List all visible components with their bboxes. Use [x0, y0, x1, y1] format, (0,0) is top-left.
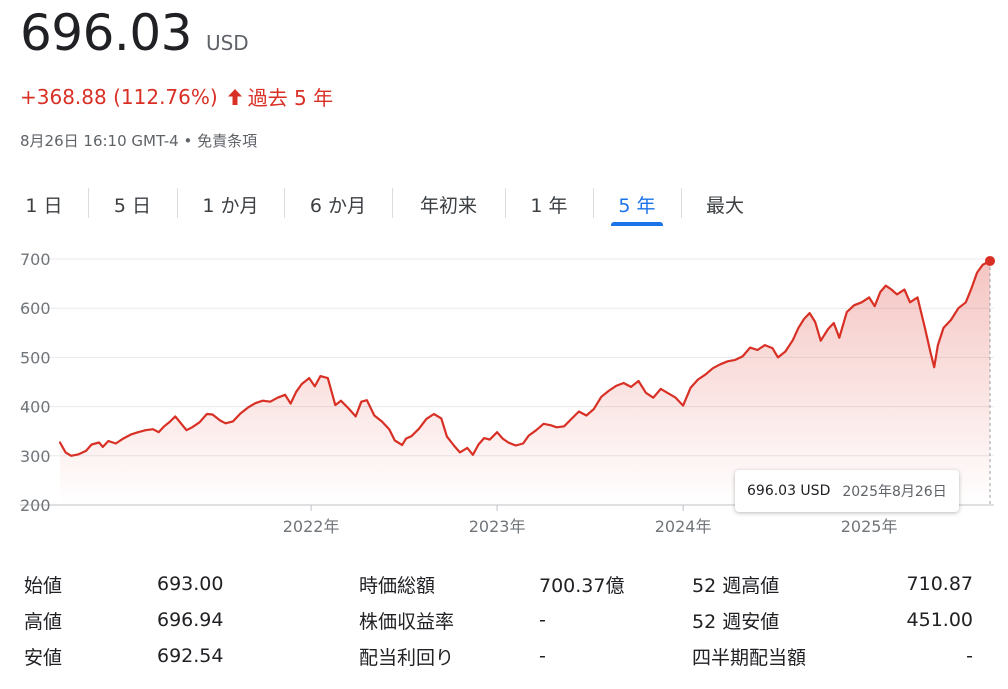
- price-change-row: +368.88 (112.76%) 過去 5 年: [20, 82, 333, 111]
- current-price: 696.03: [20, 4, 192, 62]
- stat-label-open: 始値: [24, 574, 63, 597]
- stat-label-dividend-yield: 配当利回り: [359, 646, 455, 669]
- chart-tooltip: 696.03 USD 2025年8月26日: [735, 470, 959, 512]
- stock-quote-panel: 696.03 USD +368.88 (112.76%) 過去 5 年 8月26…: [0, 0, 1008, 689]
- stat-value-52w-high: 710.87: [906, 573, 973, 595]
- tab-5-days[interactable]: 5 日: [88, 182, 177, 226]
- tab-1-year[interactable]: 1 年: [505, 182, 593, 226]
- y-tick-label: 500: [20, 348, 51, 367]
- stats-row: 始値 693.00 時価総額 700.37億 52 週高値 710.87: [24, 566, 984, 602]
- stat-label-52w-low: 52 週安値: [692, 610, 780, 633]
- stat-value-open: 693.00: [157, 573, 224, 595]
- key-stats-table: 始値 693.00 時価総額 700.37億 52 週高値 710.87 高値 …: [24, 566, 984, 674]
- tooltip-date: 2025年8月26日: [842, 484, 947, 500]
- currency-code: USD: [205, 31, 249, 55]
- x-tick-label: 2022年: [283, 517, 340, 536]
- stat-label-52w-high: 52 週高値: [692, 574, 780, 597]
- tab-label: 5 日: [113, 194, 152, 217]
- x-tick-label: 2023年: [469, 517, 526, 536]
- stat-label-market-cap: 時価総額: [359, 574, 436, 597]
- stat-value-high: 696.94: [157, 609, 224, 631]
- hover-point: [985, 255, 995, 266]
- x-tick-label: 2025年: [841, 517, 898, 536]
- tab-label: 1 年: [530, 194, 568, 217]
- stats-row: 高値 696.94 株価収益率 - 52 週安値 451.00: [24, 602, 984, 638]
- stats-row: 安値 692.54 配当利回り - 四半期配当額 -: [24, 638, 984, 674]
- tab-1-day[interactable]: 1 日: [0, 182, 88, 226]
- stat-value-quarterly-dividend: -: [966, 645, 973, 667]
- price-row: 696.03 USD: [20, 4, 249, 62]
- stat-value-pe-ratio: -: [539, 609, 546, 631]
- stat-value-low: 692.54: [157, 645, 224, 667]
- stat-label-pe-ratio: 株価収益率: [359, 610, 455, 633]
- tab-label: 最大: [705, 194, 744, 217]
- x-tick-label: 2024年: [655, 517, 712, 536]
- tooltip-value: 696.03 USD: [747, 483, 831, 499]
- meta-separator: •: [183, 132, 193, 150]
- change-period: 過去 5 年: [247, 86, 334, 110]
- stat-value-dividend-yield: -: [539, 645, 546, 667]
- y-tick-label: 200: [20, 496, 51, 515]
- y-tick-label: 700: [20, 250, 51, 269]
- y-tick-label: 400: [20, 398, 51, 417]
- stat-label-low: 安値: [24, 646, 63, 669]
- tab-label: 5 年: [618, 194, 656, 217]
- tab-6-months[interactable]: 6 か月: [284, 182, 392, 226]
- time-range-tabs: 1 日 5 日 1 か月 6 か月 年初来 1 年 5 年 最大: [0, 182, 769, 226]
- quote-meta: 8月26日 16:10 GMT-4 • 免責条項: [20, 130, 257, 151]
- arrow-up-icon: [227, 88, 242, 105]
- stat-label-high: 高値: [24, 610, 63, 633]
- tab-max[interactable]: 最大: [681, 182, 769, 226]
- price-area: [60, 261, 990, 505]
- tab-label: 1 日: [25, 194, 63, 217]
- stat-label-quarterly-dividend: 四半期配当額: [692, 646, 807, 669]
- price-change: +368.88 (112.76%): [20, 84, 218, 109]
- y-tick-label: 600: [20, 299, 51, 318]
- tab-1-month[interactable]: 1 か月: [177, 182, 284, 226]
- tab-label: 1 か月: [202, 194, 259, 217]
- disclaimer-link[interactable]: 免責条項: [197, 132, 257, 150]
- quote-timestamp: 8月26日 16:10 GMT-4: [20, 132, 179, 150]
- active-tab-indicator: [611, 222, 663, 226]
- tab-ytd[interactable]: 年初来: [392, 182, 505, 226]
- y-tick-label: 300: [20, 447, 51, 466]
- tab-label: 6 か月: [309, 194, 367, 217]
- tab-5-years[interactable]: 5 年: [593, 182, 681, 226]
- stat-value-52w-low: 451.00: [906, 609, 973, 631]
- tab-label: 年初来: [419, 194, 477, 217]
- stat-value-market-cap: 700.37億: [539, 574, 625, 597]
